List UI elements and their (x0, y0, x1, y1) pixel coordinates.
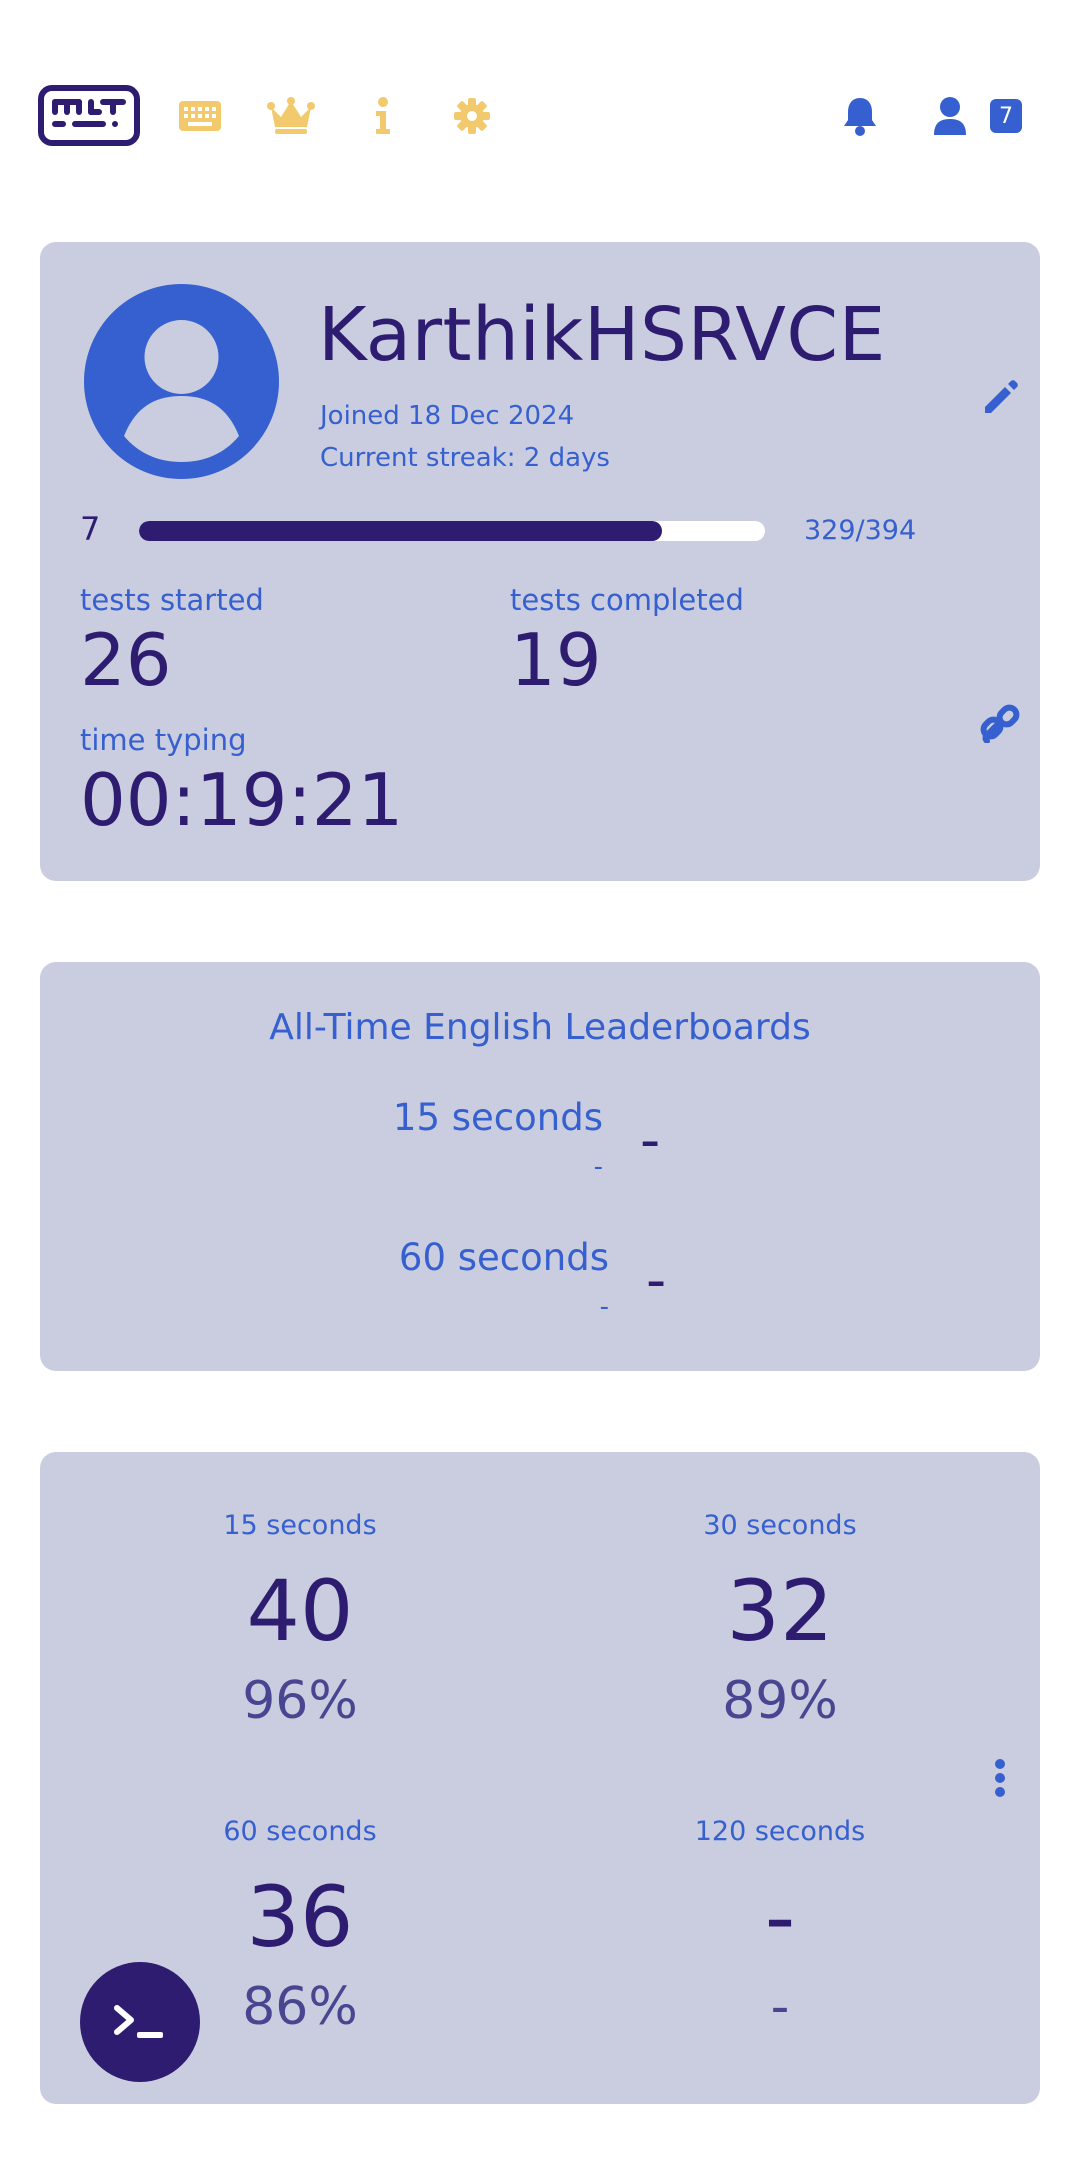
bell-icon[interactable] (840, 95, 880, 137)
xp-text: 329/394 (804, 515, 917, 546)
more-options-icon[interactable] (986, 1756, 1014, 1800)
tests-completed-label: tests completed (510, 583, 744, 617)
leaderboard-mode-15s: 15 seconds (392, 1096, 603, 1139)
pb-wpm: - (764, 1868, 796, 1966)
link-icon[interactable] (978, 700, 1022, 744)
level-number: 7 (80, 510, 101, 548)
gear-icon[interactable] (452, 96, 492, 136)
leaderboards-title: All-Time English Leaderboards (269, 1007, 811, 1048)
pb-wpm: 32 (726, 1562, 834, 1660)
user-icon[interactable] (930, 95, 970, 137)
tests-completed-value: 19 (510, 618, 602, 702)
time-typing-label: time typing (80, 723, 247, 757)
leaderboard-sub-60s: - (599, 1292, 609, 1322)
account-level-badge[interactable]: 7 (990, 99, 1022, 133)
info-icon[interactable] (370, 96, 396, 136)
tests-started-value: 26 (80, 618, 172, 702)
crown-icon[interactable] (266, 96, 316, 136)
pb-accuracy: 96% (242, 1671, 358, 1731)
pb-mode: 30 seconds (703, 1510, 857, 1541)
command-line-button[interactable] (80, 1962, 200, 2082)
pb-accuracy: 89% (722, 1671, 838, 1731)
pb-mode: 60 seconds (223, 1816, 377, 1847)
pb-mode: 15 seconds (223, 1510, 377, 1541)
pb-120s[interactable]: 120 seconds - - (540, 1816, 1020, 2033)
pb-wpm: 36 (246, 1868, 354, 1966)
pb-15s[interactable]: 15 seconds 40 96% (60, 1510, 540, 1727)
edit-icon[interactable] (980, 378, 1020, 418)
pb-30s[interactable]: 30 seconds 32 89% (540, 1510, 1020, 1727)
username: KarthikHSRVCE (318, 292, 886, 378)
pb-mode: 120 seconds (694, 1816, 866, 1847)
joined-date: Joined 18 Dec 2024 (320, 401, 575, 431)
pb-accuracy: - (770, 1977, 790, 2037)
avatar (84, 284, 279, 479)
terminal-icon (114, 2005, 163, 2038)
pb-wpm: 40 (246, 1562, 354, 1660)
keyboard-icon[interactable] (178, 96, 222, 136)
logo[interactable] (38, 85, 140, 146)
logo-mark (52, 99, 126, 127)
leaderboard-mode-60s: 60 seconds (398, 1236, 609, 1279)
leaderboard-sub-15s: - (593, 1152, 603, 1182)
xp-progress-fill (139, 521, 662, 541)
time-typing-value: 00:19:21 (80, 758, 404, 842)
leaderboard-rank-15s: - (640, 1108, 661, 1173)
leaderboard-rank-60s: - (646, 1248, 667, 1313)
current-streak: Current streak: 2 days (320, 443, 610, 473)
xp-progress-bar (139, 521, 765, 541)
tests-started-label: tests started (80, 583, 264, 617)
